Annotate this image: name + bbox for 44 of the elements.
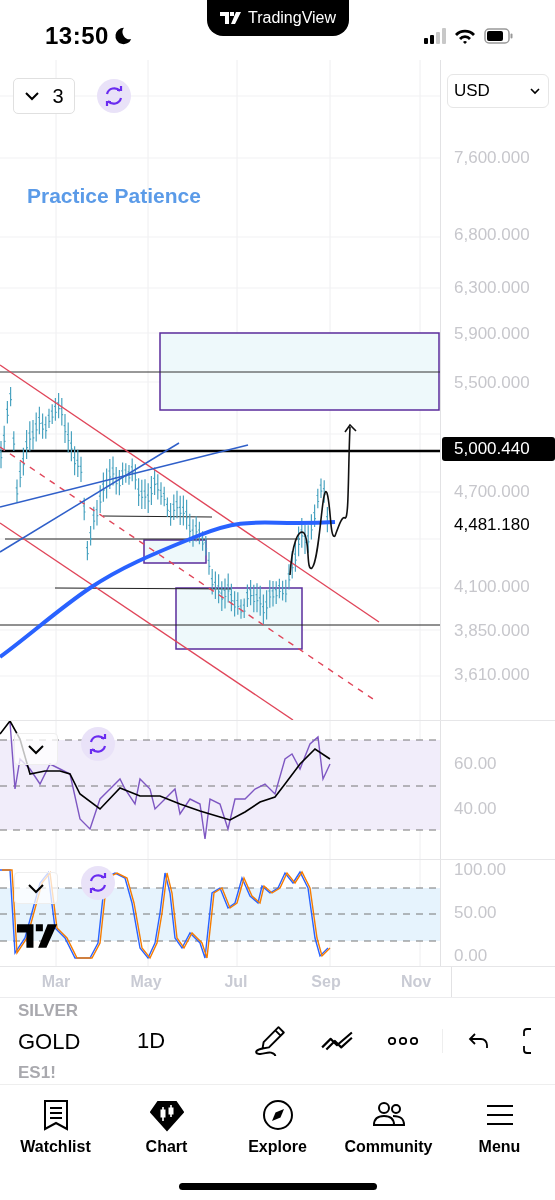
price-label: 5,500.000 — [454, 371, 530, 394]
price-label: 3,610.000 — [454, 664, 530, 687]
sync-icon[interactable] — [81, 866, 115, 900]
axis-label: 0.00 — [454, 945, 488, 967]
price-label: 6,800.000 — [454, 224, 530, 247]
axis-label: 50.00 — [454, 902, 497, 924]
interval-button[interactable]: 1D — [137, 1028, 197, 1054]
price-label: 4,100.000 — [454, 575, 530, 598]
logo-icon — [219, 10, 242, 26]
axis-label: 60.00 — [454, 753, 497, 775]
sync-icon[interactable] — [81, 727, 115, 761]
price-label: 4,700.000 — [454, 481, 530, 503]
axis-label: 100.00 — [454, 859, 506, 881]
symbol-option[interactable]: GOLD — [18, 1025, 137, 1057]
chevron-icon — [27, 882, 45, 894]
collapse-button[interactable] — [14, 872, 58, 904]
nav-tab[interactable]: Chart — [111, 1085, 222, 1169]
logo-icon — [17, 924, 57, 948]
collapse-button[interactable] — [14, 733, 58, 765]
price-tag: 5,000.440 — [442, 436, 555, 461]
axis-label: 40.00 — [454, 798, 497, 820]
chevron-icon — [530, 87, 540, 95]
bracket-icon[interactable] — [523, 1028, 533, 1054]
nav-tab[interactable]: Explore — [222, 1085, 333, 1169]
nav-tab[interactable]: Menu — [444, 1085, 555, 1169]
price-label: 7,600.000 — [454, 147, 530, 169]
chevron-icon — [24, 91, 41, 101]
nav-tab[interactable]: Watchlist — [0, 1085, 111, 1169]
banner-title: TradingView — [247, 9, 336, 27]
chevron-icon — [27, 743, 45, 755]
battery-icon — [484, 28, 513, 44]
wifi-icon — [454, 27, 476, 45]
more-icon[interactable] — [387, 1035, 419, 1047]
layout-button[interactable]: 3 — [13, 78, 75, 114]
currency-dropdown[interactable]: USD — [447, 74, 549, 108]
price-label: 6,300.000 — [454, 277, 530, 300]
nav-tab[interactable]: Community — [333, 1085, 444, 1169]
signal-icon — [424, 28, 446, 44]
price-label: 3,850.000 — [454, 619, 530, 642]
sync-icon[interactable] — [97, 79, 131, 113]
drawing-pen-icon[interactable] — [253, 1024, 287, 1058]
chart-note: Practice Patience — [27, 184, 201, 208]
clock-time: 13:50 — [45, 22, 109, 50]
price-label: 5,900.000 — [454, 322, 530, 345]
